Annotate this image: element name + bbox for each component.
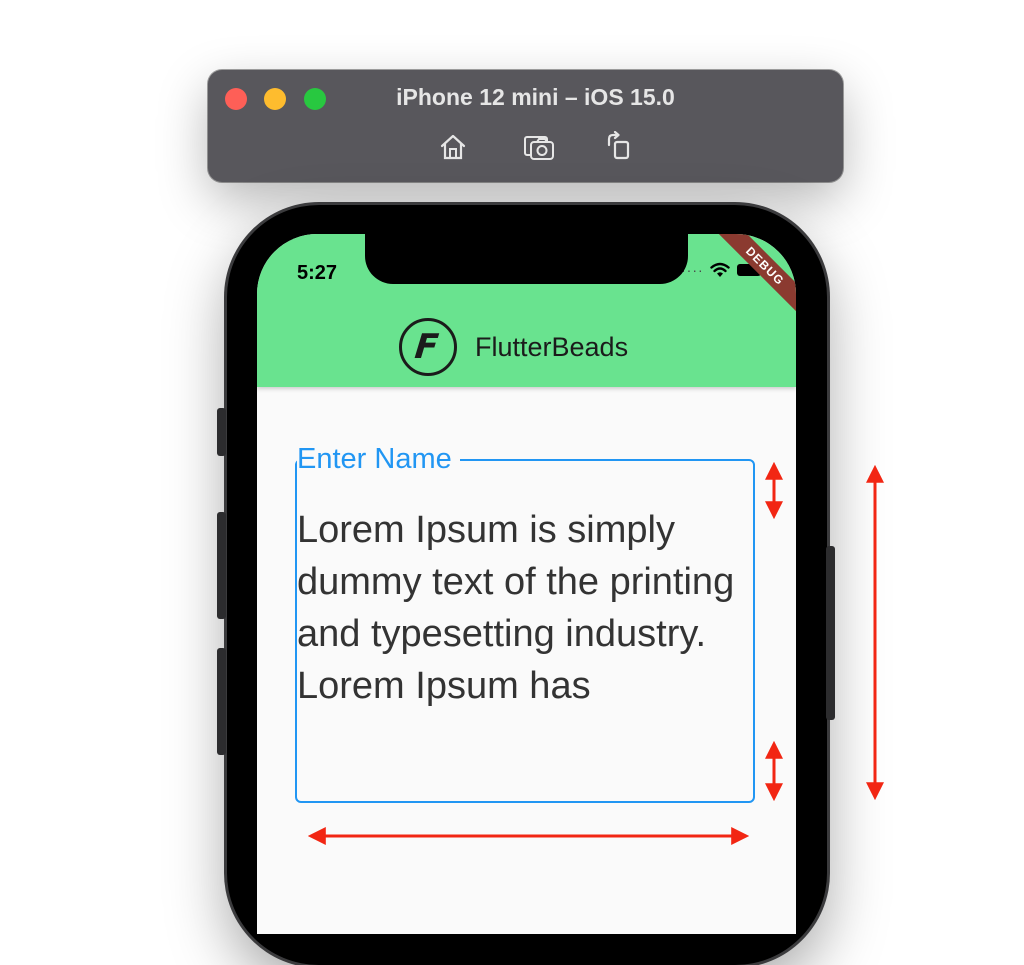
home-icon (440, 134, 466, 160)
volume-down-button (217, 648, 226, 755)
flutterbeads-logo: F (399, 318, 457, 376)
app-title: FlutterBeads (475, 332, 629, 362)
name-field-label: Enter Name (297, 440, 460, 478)
rotate-button[interactable] (601, 130, 637, 164)
home-button[interactable] (435, 130, 471, 164)
name-field-value[interactable]: Lorem Ipsum is simply dummy text of the … (297, 504, 749, 712)
wifi-icon (709, 262, 730, 277)
screenshot-button[interactable] (521, 130, 557, 164)
window-title: iPhone 12 mini – iOS 15.0 (396, 84, 675, 110)
app-bar: 5:27 ···· DEBUG F FlutterBeads (257, 234, 796, 387)
screenshot-icon (524, 136, 554, 160)
power-button (826, 546, 835, 720)
simulator-window-toolbar: iPhone 12 mini – iOS 15.0 (208, 70, 843, 182)
logo-letter: F (413, 327, 441, 367)
notch (365, 234, 688, 284)
mute-switch (217, 408, 226, 456)
volume-up-button (217, 512, 226, 619)
status-time: 5:27 (297, 262, 338, 284)
rotate-icon (607, 131, 630, 160)
